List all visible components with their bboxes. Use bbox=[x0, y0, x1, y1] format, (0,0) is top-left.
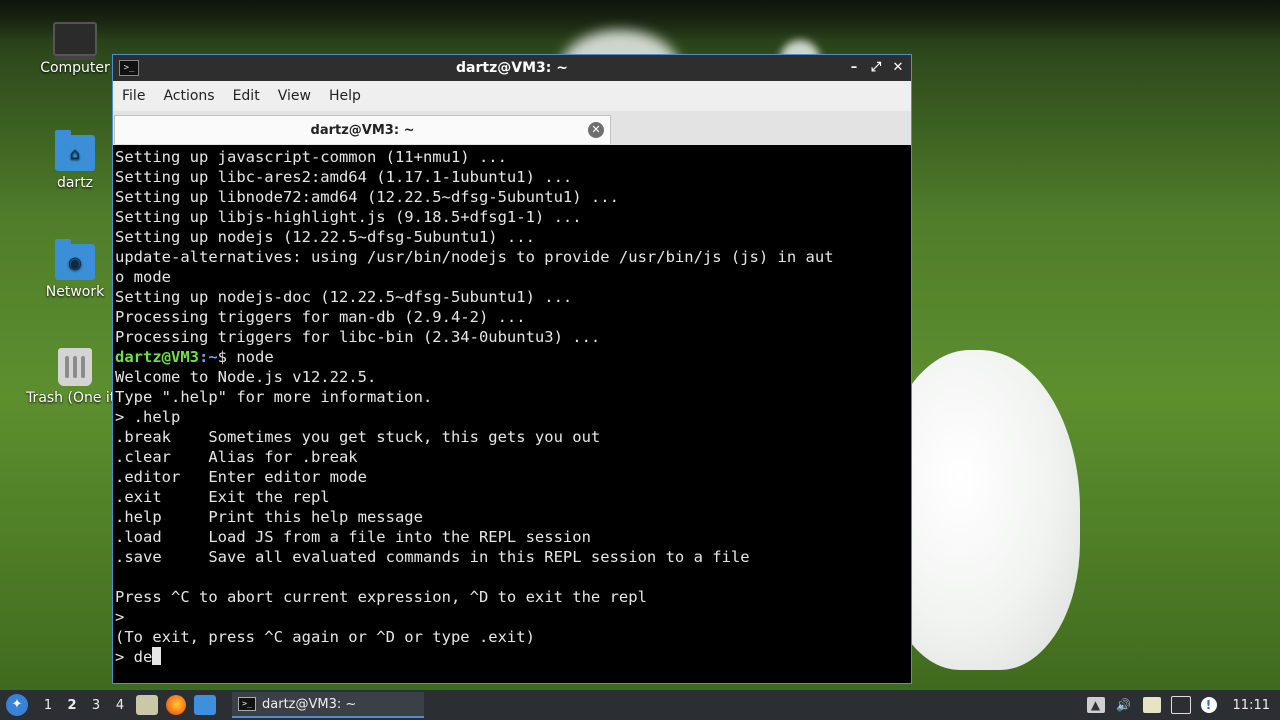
terminal-line: Setting up nodejs-doc (12.22.5~dfsg-5ubu… bbox=[115, 288, 573, 306]
tab-terminal[interactable]: dartz@VM3: ~ ✕ bbox=[114, 115, 611, 144]
workspace-4[interactable]: 4 bbox=[108, 698, 132, 713]
trash-icon bbox=[58, 348, 92, 386]
menu-bar: File Actions Edit View Help bbox=[113, 81, 911, 111]
taskbar-item-label: dartz@VM3: ~ bbox=[262, 696, 357, 712]
tab-close-icon[interactable]: ✕ bbox=[588, 122, 604, 138]
terminal-line: Setting up libnode72:amd64 (12.22.5~dfsg… bbox=[115, 188, 619, 206]
tab-bar: dartz@VM3: ~ ✕ bbox=[113, 111, 911, 146]
terminal-line: Setting up javascript-common (11+nmu1) .… bbox=[115, 148, 507, 166]
terminal-icon: >_ bbox=[238, 697, 256, 711]
terminal-line: update-alternatives: using /usr/bin/node… bbox=[115, 248, 834, 266]
terminal-input-line[interactable]: > de bbox=[115, 647, 911, 667]
computer-icon bbox=[53, 22, 97, 56]
update-notifier-icon[interactable]: ! bbox=[1200, 697, 1217, 713]
terminal-line: Processing triggers for man-db (2.9.4-2)… bbox=[115, 308, 526, 326]
volume-icon[interactable]: 🔊 bbox=[1115, 697, 1133, 713]
workspace-2[interactable]: 2 bbox=[60, 698, 84, 713]
terminal-prompt-line: dartz@VM3:~$ node bbox=[115, 347, 911, 367]
network-folder-icon: ◉ bbox=[55, 239, 95, 280]
workspace-3[interactable]: 3 bbox=[84, 698, 108, 713]
terminal-line: Press ^C to abort current expression, ^D… bbox=[115, 588, 647, 606]
terminal-line: (To exit, press ^C again or ^D or type .… bbox=[115, 628, 535, 646]
terminal-line: .save Save all evaluated commands in thi… bbox=[115, 548, 750, 566]
file-manager-icon[interactable] bbox=[136, 695, 158, 715]
clipboard-icon[interactable] bbox=[1142, 697, 1161, 713]
prompt-command: $ node bbox=[217, 348, 274, 366]
menu-edit[interactable]: Edit bbox=[224, 88, 269, 104]
terminal-line: Setting up libjs-highlight.js (9.18.5+df… bbox=[115, 208, 582, 226]
terminal-line: .help Print this help message bbox=[115, 508, 423, 526]
terminal-icon: >_ bbox=[119, 60, 139, 76]
workspace-1[interactable]: 1 bbox=[36, 698, 60, 713]
terminal-window[interactable]: >_ dartz@VM3: ~ – ⤢ ✕ File Actions Edit … bbox=[112, 54, 912, 684]
firefox-icon[interactable] bbox=[166, 695, 186, 715]
terminal-line: .clear Alias for .break bbox=[115, 448, 358, 466]
terminal-line: Setting up libc-ares2:amd64 (1.17.1-1ubu… bbox=[115, 168, 573, 186]
terminal-line: .break Sometimes you get stuck, this get… bbox=[115, 428, 601, 446]
window-title: dartz@VM3: ~ bbox=[456, 60, 568, 76]
clock[interactable]: 11:11 bbox=[1233, 698, 1270, 713]
network-icon[interactable] bbox=[1170, 696, 1191, 714]
terminal-line: Type ".help" for more information. bbox=[115, 388, 433, 406]
current-input: > de bbox=[115, 648, 153, 666]
terminal-line: o mode bbox=[115, 268, 171, 286]
tab-label: dartz@VM3: ~ bbox=[310, 122, 415, 138]
terminal-line: > bbox=[115, 608, 125, 626]
close-button[interactable]: ✕ bbox=[889, 59, 907, 77]
window-titlebar[interactable]: >_ dartz@VM3: ~ – ⤢ ✕ bbox=[113, 55, 911, 81]
terminal-line: Setting up nodejs (12.22.5~dfsg-5ubuntu1… bbox=[115, 228, 535, 246]
text-cursor bbox=[152, 647, 162, 665]
system-tray: ▲ 🔊 ! 11:11 bbox=[1086, 696, 1270, 714]
taskbar: ✦ 1 2 3 4 >_ dartz@VM3: ~ ▲ 🔊 ! 11:11 bbox=[0, 690, 1280, 720]
prompt-user: dartz@VM3 bbox=[115, 348, 199, 366]
terminal-line: .exit Exit the repl bbox=[115, 488, 330, 506]
terminal-line: .load Load JS from a file into the REPL … bbox=[115, 528, 591, 546]
show-desktop-icon[interactable] bbox=[194, 695, 216, 715]
menu-actions[interactable]: Actions bbox=[154, 88, 223, 104]
start-menu-icon[interactable]: ✦ bbox=[6, 694, 28, 716]
prompt-path: :~ bbox=[199, 348, 218, 366]
tray-expand-icon[interactable]: ▲ bbox=[1086, 697, 1105, 713]
terminal-line: .editor Enter editor mode bbox=[115, 468, 367, 486]
maximize-button[interactable]: ⤢ bbox=[867, 59, 885, 77]
terminal-line: Processing triggers for libc-bin (2.34-0… bbox=[115, 328, 601, 346]
terminal-line: Welcome to Node.js v12.22.5. bbox=[115, 368, 377, 386]
taskbar-item-terminal[interactable]: >_ dartz@VM3: ~ bbox=[232, 692, 424, 718]
home-folder-icon: ⌂ bbox=[55, 130, 95, 171]
menu-view[interactable]: View bbox=[269, 88, 320, 104]
terminal-output[interactable]: Setting up javascript-common (11+nmu1) .… bbox=[113, 145, 911, 683]
minimize-button[interactable]: – bbox=[845, 59, 863, 77]
menu-help[interactable]: Help bbox=[320, 88, 370, 104]
terminal-line: > .help bbox=[115, 408, 181, 426]
menu-file[interactable]: File bbox=[113, 88, 154, 104]
